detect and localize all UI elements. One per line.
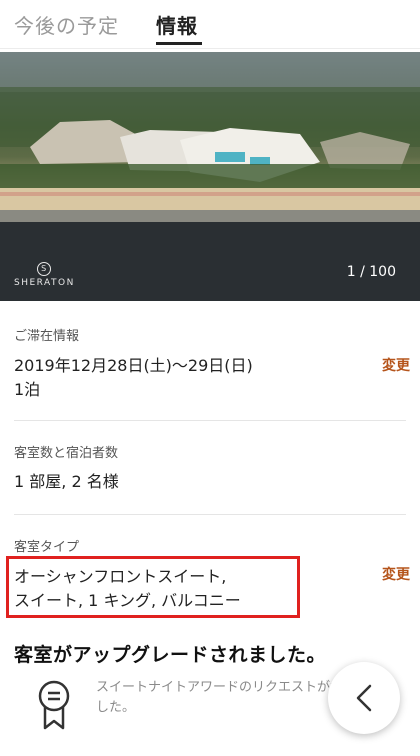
change-room-type-button[interactable]: 変更 — [382, 564, 410, 584]
active-tab-indicator — [156, 42, 202, 45]
rooms-guests: 1 部屋, 2 名様 — [14, 470, 406, 494]
divider — [14, 420, 406, 421]
room-type-section: 客室タイプ — [14, 536, 406, 555]
stay-dates-value: 2019年12月28日(土)〜29日(日) — [14, 356, 253, 375]
tab-bar: 今後の予定 情報 — [0, 0, 420, 49]
room-type-label: 客室タイプ — [14, 540, 80, 555]
hotel-photo-carousel[interactable]: S SHERATON 1 / 100 — [0, 52, 420, 301]
upgrade-title: 客室がアップグレードされました。 — [14, 644, 327, 666]
rooms-guests-value: 1 部屋, 2 名様 — [14, 472, 119, 491]
tab-info[interactable]: 情報 — [156, 10, 198, 39]
chevron-left-icon — [356, 684, 372, 712]
stay-info-section: ご滞在情報 — [14, 325, 406, 344]
rooms-guests-section: 客室数と宿泊者数 — [14, 442, 406, 461]
change-dates-button[interactable]: 変更 — [382, 355, 410, 375]
stay-nights-value: 1泊 — [14, 380, 41, 399]
room-type-highlight-box — [6, 556, 300, 618]
sheraton-logo: S SHERATON — [14, 262, 75, 288]
stay-info-label: ご滞在情報 — [14, 329, 80, 344]
award-ribbon-icon — [38, 680, 70, 730]
stay-dates: 2019年12月28日(土)〜29日(日) 1泊 — [14, 354, 406, 402]
rooms-guests-label: 客室数と宿泊者数 — [14, 446, 119, 461]
back-button[interactable] — [328, 662, 400, 734]
image-counter: 1 / 100 — [346, 264, 396, 280]
divider — [14, 514, 406, 515]
tab-upcoming[interactable]: 今後の予定 — [14, 10, 119, 39]
